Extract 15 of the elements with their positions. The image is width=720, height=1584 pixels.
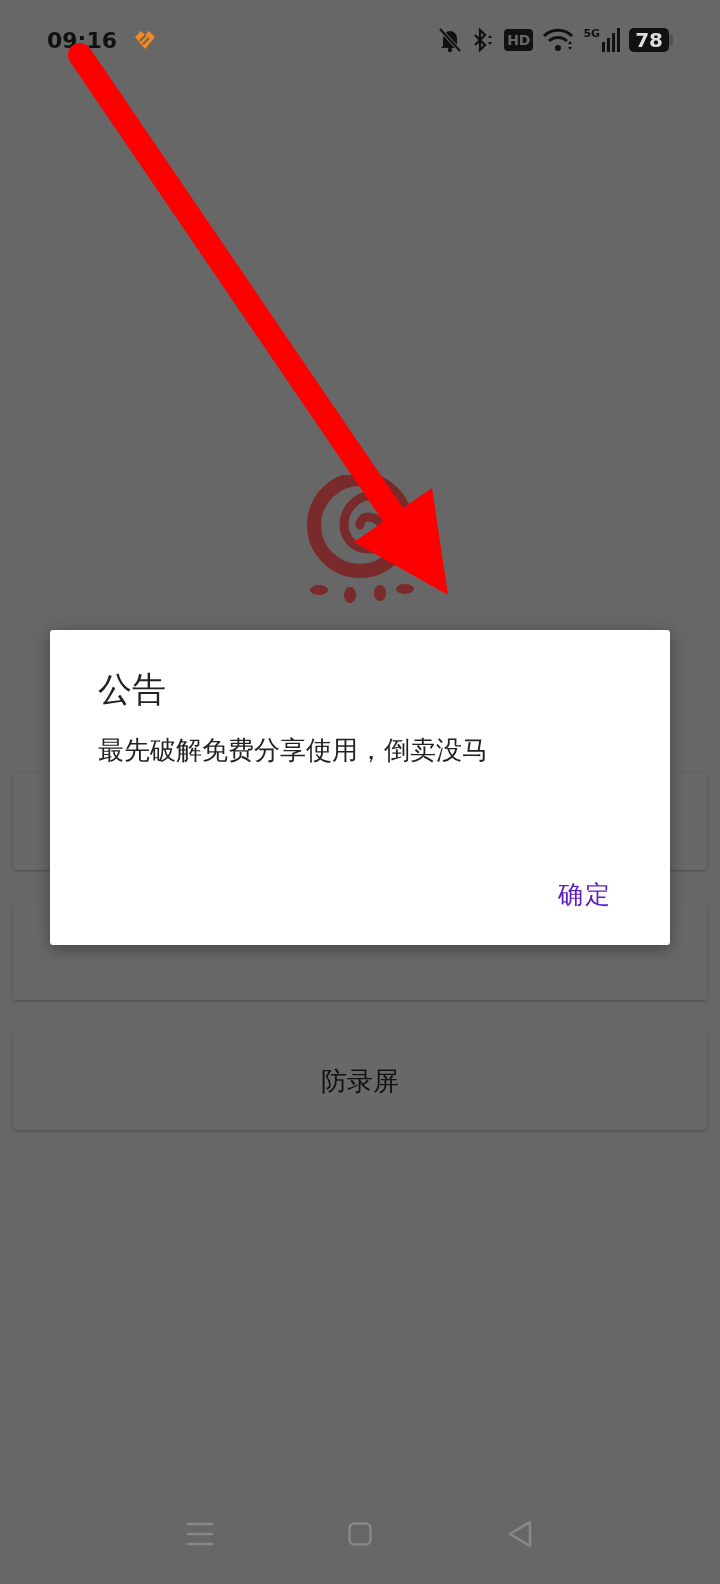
signal-icon (602, 28, 621, 52)
bell-off-icon (438, 27, 463, 53)
app-notification-icon (133, 29, 158, 51)
menu-icon[interactable] (187, 1522, 214, 1546)
confirm-button[interactable]: 确定 (548, 869, 622, 919)
battery-tip-icon (669, 34, 673, 46)
network-type: 5G (583, 28, 601, 39)
battery-level: 78 (629, 28, 669, 52)
dialog-message: 最先破解免费分享使用，倒卖没马 (98, 733, 489, 767)
back-icon[interactable] (506, 1520, 533, 1548)
status-time: 09:16 (47, 26, 118, 55)
dialog-title: 公告 (98, 668, 167, 711)
hd-badge: HD (504, 29, 534, 51)
wifi-icon (542, 28, 575, 52)
home-icon[interactable] (348, 1522, 372, 1546)
